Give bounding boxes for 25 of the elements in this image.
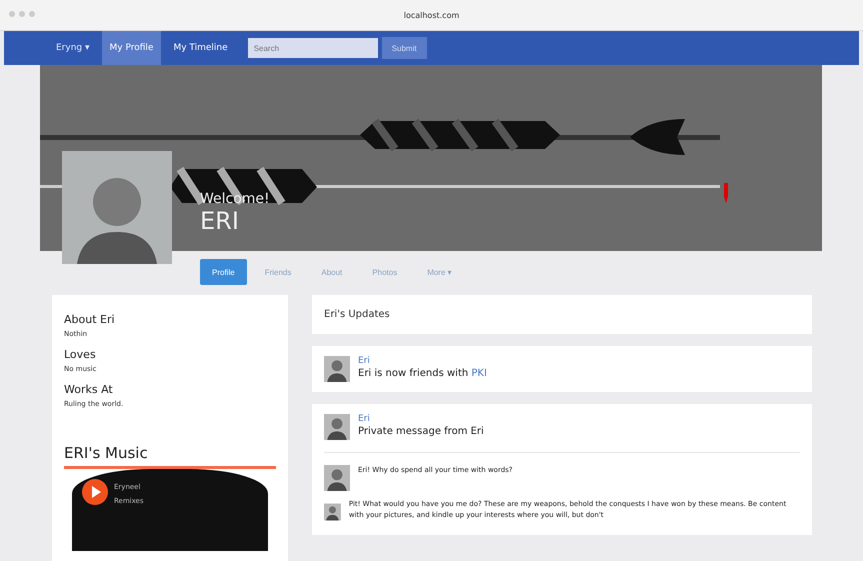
search-field[interactable]: Search xyxy=(248,38,378,58)
nav-link[interactable]: My Timeline xyxy=(165,31,236,65)
author-link[interactable]: Eri xyxy=(358,414,484,424)
user-avatar xyxy=(324,414,350,440)
profile-name: ERI xyxy=(200,207,240,235)
profile-tab[interactable]: More ▾ xyxy=(415,259,464,285)
brand-menu[interactable]: Eryng ▾ xyxy=(48,31,98,65)
update-text: Private message from Eri xyxy=(358,426,484,437)
profile-tab[interactable]: Photos xyxy=(360,259,410,285)
address-bar[interactable]: localhost.com xyxy=(404,10,460,20)
submit-button[interactable]: Submit xyxy=(382,37,427,59)
friend-link[interactable]: PKI xyxy=(471,368,487,379)
play-icon[interactable] xyxy=(82,479,108,505)
about-heading: Loves xyxy=(64,348,97,361)
user-avatar xyxy=(324,356,350,382)
updates-title: Eri's Updates xyxy=(324,308,391,322)
profile-tab[interactable]: Friends xyxy=(252,259,304,285)
profile-tab[interactable]: Profile xyxy=(200,259,247,285)
update-text: Eri is now friends with PKI xyxy=(358,368,487,379)
profile-tab[interactable]: About xyxy=(309,259,354,285)
user-avatar xyxy=(324,465,350,491)
author-link[interactable]: Eri xyxy=(358,356,487,366)
nav-link[interactable]: My Profile xyxy=(102,31,162,65)
about-heading: Works At xyxy=(64,383,114,396)
about-heading: About Eri xyxy=(64,313,116,326)
